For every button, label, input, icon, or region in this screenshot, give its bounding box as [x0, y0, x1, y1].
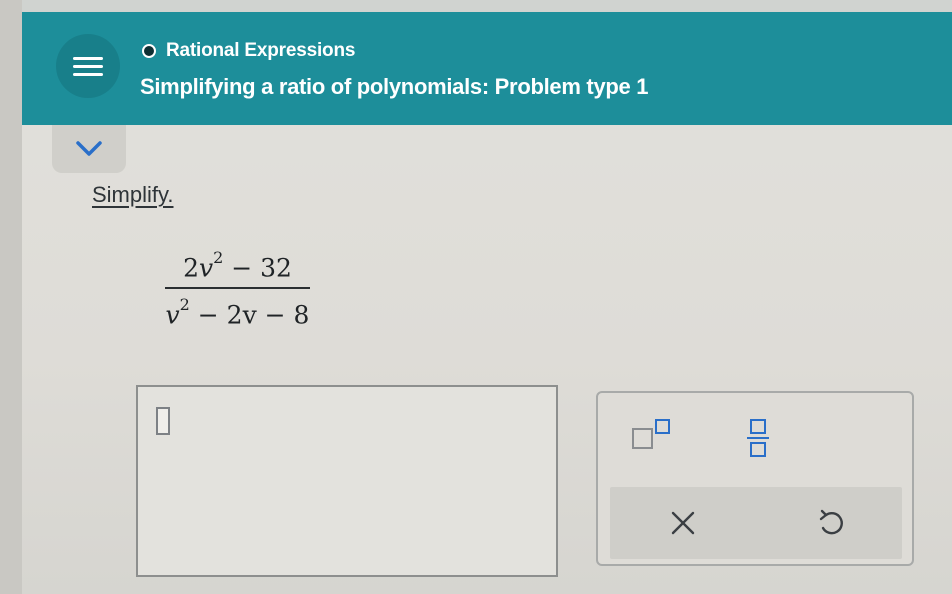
- problem-title: Simplifying a ratio of polynomials: Prob…: [140, 74, 649, 99]
- answer-cursor-slot[interactable]: [156, 407, 170, 435]
- answer-input[interactable]: [136, 385, 558, 577]
- exponent-template-icon: [632, 419, 670, 449]
- math-keypad: [596, 391, 914, 566]
- clear-button[interactable]: [658, 499, 708, 547]
- rational-expression: 2v2 − 32 v2 − 2v − 8: [165, 246, 310, 332]
- numerator-coefficient: 2: [183, 253, 199, 283]
- exponent-key[interactable]: [628, 415, 678, 455]
- close-icon: [671, 511, 695, 535]
- undo-icon: [819, 509, 843, 535]
- denominator: v2 − 2v − 8: [165, 293, 310, 331]
- numerator: 2v2 − 32: [165, 246, 310, 284]
- denominator-rest: − 2v − 8: [189, 300, 310, 330]
- numerator-rest: − 32: [223, 253, 292, 283]
- page: Rational Expressions Simplifying a ratio…: [0, 0, 952, 594]
- fraction-bar: [165, 287, 310, 290]
- denominator-exponent: 2: [179, 295, 190, 315]
- collapse-toggle[interactable]: [52, 125, 126, 173]
- numerator-variable: v: [198, 253, 214, 283]
- fraction-key[interactable]: [738, 413, 778, 463]
- keypad-action-bar: [610, 487, 902, 559]
- chevron-down-icon: [76, 141, 102, 156]
- top-strip: [0, 0, 952, 12]
- radio-dot-icon: [142, 44, 156, 58]
- topic-title: Rational Expressions: [166, 40, 356, 61]
- topic-row: Rational Expressions: [142, 40, 355, 62]
- fraction-template-icon: [747, 419, 769, 457]
- undo-button[interactable]: [806, 499, 856, 547]
- topic-header: Rational Expressions Simplifying a ratio…: [22, 12, 952, 125]
- denominator-variable: v: [165, 300, 180, 330]
- left-strip: [0, 0, 22, 594]
- numerator-exponent: 2: [213, 248, 224, 267]
- instruction-text: Simplify.: [92, 182, 174, 207]
- hamburger-menu-icon: [73, 52, 103, 81]
- menu-button[interactable]: [56, 34, 120, 98]
